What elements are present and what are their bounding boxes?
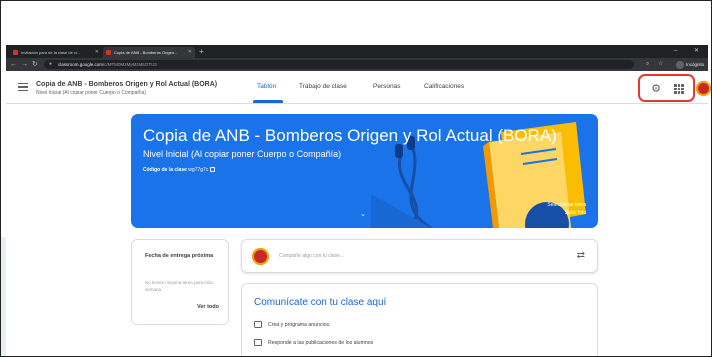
avatar[interactable]	[696, 81, 711, 96]
incognito-label: Incógnito	[686, 62, 705, 67]
classroom-header: Copia de ANB - Bomberos Origen y Rol Act…	[6, 71, 708, 104]
classroom-favicon-icon	[13, 50, 18, 55]
announcement-icon	[254, 321, 262, 329]
list-item-label: Responde a las publicaciones de los alum…	[268, 340, 374, 346]
tab-classwork[interactable]: Trabajo de clase	[299, 83, 347, 90]
class-code-value: wg77g7c	[188, 167, 209, 173]
lock-icon: ●	[49, 61, 53, 67]
upcoming-card: Fecha de entrega próxima No tienes ningu…	[131, 239, 229, 325]
comment-icon	[254, 339, 262, 347]
browser-tab-class[interactable]: Copia de ANB - Bomberos Origen... ✕	[103, 47, 195, 58]
left-edge-strip	[1, 237, 6, 356]
minimize-icon[interactable]: –	[674, 45, 677, 57]
new-tab-button[interactable]: +	[199, 46, 204, 57]
upload-photo-link[interactable]: Subir foto	[547, 209, 586, 217]
class-code: Código de la clase wg77g7c	[143, 167, 216, 173]
browser-tab-strip: Invitación para de la clase de cl... ✕ C…	[6, 45, 708, 58]
close-tab-icon[interactable]: ✕	[188, 47, 192, 58]
incognito-badge[interactable]: Incógnito	[676, 59, 704, 70]
address-bar[interactable]: ● classroom.google.com/c/MTM0MzMyMzM5OTU…	[44, 60, 634, 69]
browser-tab-label: Copia de ANB - Bomberos Origen...	[114, 50, 178, 55]
browser-toolbar: ← → ↻ ● classroom.google.com/c/MTM0MzMyM…	[6, 58, 708, 71]
address-path: /c/MTM0MzMyMzM5OTU3	[103, 62, 157, 67]
class-title[interactable]: Copia de ANB - Bomberos Origen y Rol Act…	[36, 81, 217, 88]
class-subtitle: Nivel Inicial (Al copiar poner Cuerpo o …	[36, 90, 147, 96]
theme-actions: Seleccionar tema Subir foto	[547, 201, 586, 217]
browser-tab-invitation[interactable]: Invitación para de la clase de cl... ✕	[10, 47, 102, 58]
back-icon[interactable]: ←	[10, 59, 17, 70]
gear-icon[interactable]: ⚙	[650, 83, 662, 95]
tab-people[interactable]: Personas	[373, 83, 400, 90]
star-icon[interactable]: ☆	[658, 59, 663, 70]
active-tab-indicator	[253, 100, 283, 103]
avatar	[252, 248, 269, 265]
communicate-title: Comunícate con tu clase aquí	[254, 297, 387, 308]
classroom-favicon-icon	[106, 50, 111, 55]
search-icon[interactable]: ⌕	[646, 59, 649, 70]
tab-grades[interactable]: Calificaciones	[424, 83, 464, 90]
fullscreen-icon[interactable]	[210, 167, 216, 173]
banner-subtitle: Nivel Inicial (Al copiar poner Cuerpo o …	[143, 149, 342, 159]
share-box[interactable]: Comparte algo con tu clase... ⇄	[241, 239, 598, 273]
close-tab-icon[interactable]: ✕	[95, 47, 99, 58]
list-item-label: Crea y programa anuncios.	[268, 322, 331, 328]
class-code-label: Código de la clase	[143, 167, 187, 173]
screenshot-frame: Invitación para de la clase de cl... ✕ C…	[0, 0, 712, 357]
reload-icon[interactable]: ↻	[32, 59, 38, 70]
close-window-icon[interactable]: ✕	[694, 45, 699, 57]
browser-tab-label: Invitación para de la clase de cl...	[21, 50, 81, 55]
banner-title: Copia de ANB - Bomberos Origen y Rol Act…	[143, 126, 557, 145]
highlight-annotation	[638, 74, 695, 102]
menu-icon[interactable]	[18, 83, 28, 91]
view-all-link[interactable]: Ver todo	[197, 304, 219, 310]
apps-grid-icon[interactable]	[674, 84, 684, 94]
forward-icon[interactable]: →	[21, 59, 28, 70]
repost-icon[interactable]: ⇄	[577, 250, 585, 262]
select-theme-link[interactable]: Seleccionar tema	[547, 201, 586, 209]
upcoming-empty-text: No tienes ninguna tarea para esta semana	[145, 280, 213, 292]
list-item: Responde a las publicaciones de los alum…	[254, 338, 373, 348]
class-banner: Copia de ANB - Bomberos Origen y Rol Act…	[131, 114, 598, 228]
incognito-icon	[676, 60, 684, 69]
address-host: classroom.google.com	[58, 62, 104, 67]
upcoming-title: Fecha de entrega próxima	[145, 253, 214, 259]
chevron-down-icon[interactable]: ⌄	[360, 210, 366, 218]
share-placeholder[interactable]: Comparte algo con tu clase...	[279, 253, 344, 259]
list-item: Crea y programa anuncios.	[254, 320, 331, 330]
communicate-card: Comunícate con tu clase aquí Crea y prog…	[241, 283, 598, 356]
tab-stream[interactable]: Tablón	[257, 83, 276, 90]
